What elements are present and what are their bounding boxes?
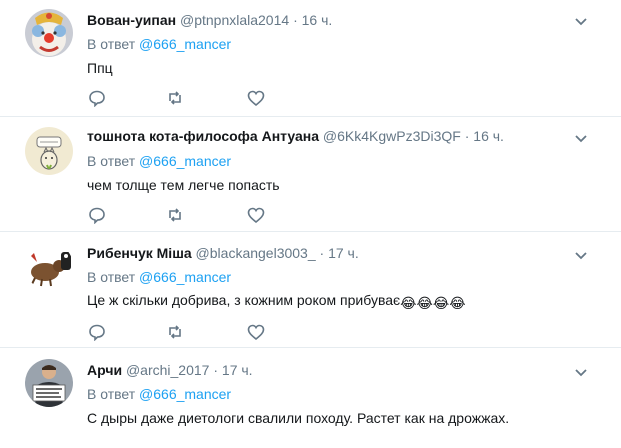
reply-prefix: В ответ: [87, 153, 136, 169]
user-avatar[interactable]: [25, 359, 73, 407]
user-handle[interactable]: @blackangel3003_: [196, 245, 316, 261]
reply-prefix: В ответ: [87, 386, 136, 402]
retweet-icon[interactable]: [166, 323, 184, 341]
tweet-header: Арчи @archi_2017 · 17 ч.: [87, 362, 253, 378]
reply-mention[interactable]: @666_mancer: [139, 36, 231, 52]
tweet-text: Ппц: [87, 60, 113, 76]
separator-dot: ·: [213, 362, 219, 378]
more-options-icon[interactable]: [574, 131, 588, 143]
retweet-icon[interactable]: [166, 206, 184, 224]
protest-avatar-icon: [25, 359, 73, 407]
user-handle[interactable]: @ptnpnxlala2014: [180, 12, 289, 28]
separator-dot: ·: [319, 245, 325, 261]
laughing-tears-emoji: 😂: [400, 295, 417, 311]
display-name[interactable]: Рибенчук Міша: [87, 245, 192, 261]
user-avatar[interactable]: [25, 9, 73, 57]
tweet-text: С дыры даже диетологи свалили походу. Ра…: [87, 410, 510, 426]
timestamp[interactable]: 17 ч.: [328, 245, 359, 261]
tweet-text: Це ж скільки добрива, з кожним роком при…: [87, 292, 401, 308]
tweet-text: чем толще тем легче попасть: [87, 177, 280, 193]
tweet[interactable]: Арчи @archi_2017 · 17 ч. В ответ @666_ma…: [0, 348, 621, 448]
tweet[interactable]: тошнота кота-философа Антуана @6Kk4KgwPz…: [0, 117, 621, 232]
more-options-icon[interactable]: [574, 14, 588, 26]
user-avatar[interactable]: [25, 242, 73, 290]
like-icon[interactable]: [247, 323, 265, 341]
like-icon[interactable]: [247, 89, 265, 107]
laughing-tears-emoji: 😂: [432, 295, 450, 311]
tweet-actions: [88, 89, 278, 108]
separator-dot: ·: [293, 12, 298, 28]
timestamp[interactable]: 17 ч.: [222, 362, 253, 378]
tweet[interactable]: Вован-уипан @ptnpnxlala2014 · 16 ч. В от…: [0, 0, 621, 117]
like-icon[interactable]: [247, 206, 265, 224]
timestamp[interactable]: 16 ч.: [473, 128, 504, 144]
reply-prefix: В ответ: [87, 269, 136, 285]
clown-avatar-icon: [25, 9, 73, 57]
tweet-actions: [88, 323, 278, 342]
sketch-avatar-icon: [25, 127, 73, 175]
laughing-tears-emoji: 😂: [449, 295, 466, 311]
tweet-header: Вован-уипан @ptnpnxlala2014 · 16 ч.: [87, 12, 332, 28]
tweet-actions: [88, 206, 278, 225]
reply-context: В ответ @666_mancer: [87, 153, 231, 169]
reply-mention[interactable]: @666_mancer: [139, 153, 231, 169]
separator-dot: ·: [464, 128, 470, 144]
reply-prefix: В ответ: [87, 36, 136, 52]
tweet-text-row: Це ж скільки добрива, з кожним роком при…: [87, 292, 466, 312]
display-name[interactable]: Вован-уипан: [87, 12, 176, 28]
reply-context: В ответ @666_mancer: [87, 36, 231, 52]
reply-mention[interactable]: @666_mancer: [139, 386, 231, 402]
reply-icon[interactable]: [88, 323, 106, 342]
animal-avatar-icon: [25, 242, 73, 290]
user-handle[interactable]: @archi_2017: [126, 362, 210, 378]
retweet-icon[interactable]: [166, 89, 184, 107]
reply-icon[interactable]: [88, 89, 106, 108]
laughing-tears-emoji: 😂: [416, 295, 433, 311]
tweet-header: Рибенчук Міша @blackangel3003_ · 17 ч.: [87, 245, 359, 261]
more-options-icon[interactable]: [574, 365, 588, 377]
display-name[interactable]: тошнота кота-философа Антуана: [87, 128, 319, 144]
tweet[interactable]: Рибенчук Міша @blackangel3003_ · 17 ч. В…: [0, 232, 621, 348]
user-avatar[interactable]: [25, 127, 73, 175]
display-name[interactable]: Арчи: [87, 362, 122, 378]
more-options-icon[interactable]: [574, 248, 588, 260]
reply-mention[interactable]: @666_mancer: [139, 269, 231, 285]
user-handle[interactable]: @6Kk4KgwPz3Di3QF: [323, 128, 461, 144]
reply-icon[interactable]: [88, 206, 106, 225]
reply-context: В ответ @666_mancer: [87, 386, 231, 402]
reply-context: В ответ @666_mancer: [87, 269, 231, 285]
timestamp[interactable]: 16 ч.: [302, 12, 333, 28]
tweet-header: тошнота кота-философа Антуана @6Kk4KgwPz…: [87, 128, 504, 144]
